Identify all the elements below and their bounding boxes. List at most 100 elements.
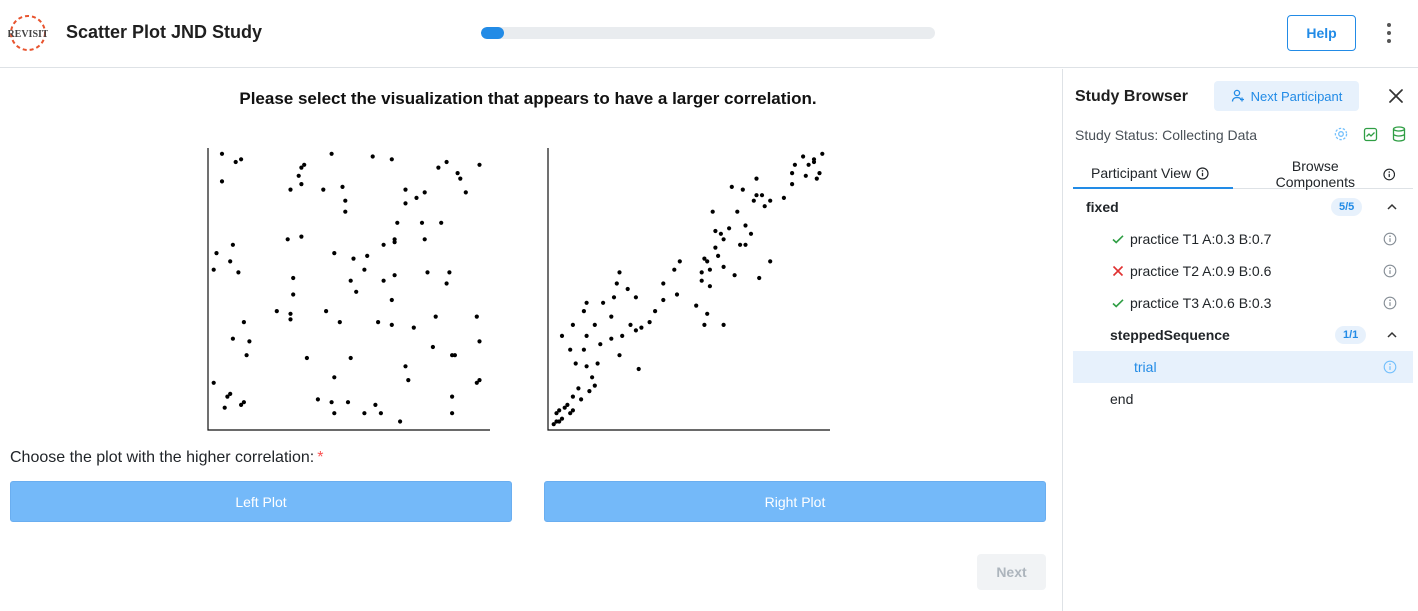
left-plot-point-26	[395, 220, 400, 225]
right-plot-point-24	[609, 336, 614, 341]
right-plot-point-86	[817, 171, 822, 176]
next-button[interactable]: Next	[977, 554, 1046, 590]
left-plot-point-30	[392, 240, 397, 245]
left-plot-point-70	[450, 353, 455, 358]
right-plot-point-70	[759, 193, 765, 198]
chevron-up-icon[interactable]	[1385, 200, 1399, 214]
left-plot-point-0	[219, 151, 225, 156]
required-mark: *	[317, 449, 324, 466]
revisit-logo: REVISIT	[8, 15, 48, 51]
right-plot-point-73	[768, 198, 773, 203]
right-plot-point-88	[790, 182, 795, 187]
right-plot-point-59	[705, 259, 710, 264]
right-plot-point-75	[781, 195, 786, 200]
left-plot-point-66	[477, 339, 482, 344]
tab-participant-view[interactable]: Participant View	[1073, 159, 1233, 189]
right-plot-point-35	[647, 320, 652, 325]
study-browser-panel: Study Browser Next Participant Study Sta…	[1062, 69, 1418, 611]
tree-item[interactable]: practice T2 A:0.9 B:0.6	[1073, 255, 1413, 287]
item-label: trial	[1134, 359, 1157, 375]
left-plot-point-43	[230, 242, 235, 247]
left-plot-point-63	[241, 320, 246, 325]
right-plot-point-84	[811, 157, 817, 162]
study-progress-bar	[481, 27, 935, 39]
item-label: practice T3 A:0.6 B:0.3	[1130, 295, 1272, 311]
tree-block-stepped-sequence[interactable]: steppedSequence 1/1	[1073, 319, 1413, 351]
left-plot-point-27	[419, 220, 425, 225]
left-plot-point-8	[370, 154, 375, 159]
right-plot-point-57	[716, 253, 721, 258]
right-plot-point-72	[762, 204, 767, 209]
info-icon	[1382, 168, 1395, 180]
tree-item[interactable]: practice T1 A:0.3 B:0.7	[1073, 223, 1413, 255]
right-plot-point-90	[743, 242, 748, 247]
left-plot-point-89	[362, 411, 367, 416]
left-plot-point-46	[236, 270, 241, 275]
left-plot-point-35	[332, 251, 337, 256]
left-plot-point-20	[343, 209, 348, 214]
right-plot-point-89	[768, 259, 773, 264]
right-plot-point-93	[699, 270, 704, 275]
right-plot-point-80	[792, 162, 797, 167]
right-plot-point-18	[595, 361, 600, 366]
left-plot-button[interactable]: Left Plot	[10, 481, 512, 522]
left-plot-point-36	[365, 253, 370, 258]
left-plot-point-79	[239, 402, 244, 407]
left-plot-point-22	[422, 190, 427, 195]
settings-icon[interactable]	[1333, 126, 1349, 142]
left-plot-point-21	[403, 187, 408, 192]
database-icon[interactable]	[1392, 126, 1406, 142]
left-plot-point-25	[463, 190, 468, 195]
info-icon[interactable]	[1383, 232, 1397, 246]
tree-item-end[interactable]: end	[1073, 383, 1413, 415]
left-plot-point-13	[477, 162, 482, 167]
tab-browse-components[interactable]: Browse Components	[1235, 158, 1413, 190]
study-progress-fill	[481, 27, 504, 39]
item-label: practice T1 A:0.3 B:0.7	[1130, 231, 1272, 247]
left-plot-point-84	[345, 400, 351, 405]
left-plot-point-57	[411, 325, 416, 330]
left-plot-point-53	[354, 289, 359, 294]
left-plot-point-23	[414, 195, 419, 200]
left-plot-point-9	[389, 157, 394, 162]
right-plot-point-22	[568, 347, 573, 352]
dots-vertical-icon[interactable]	[1379, 21, 1399, 45]
right-plot-point-58	[713, 245, 718, 250]
left-plot-point-33	[285, 237, 290, 242]
right-plot-point-50	[707, 284, 712, 289]
question-text: Choose the plot with the higher correlat…	[10, 449, 315, 466]
right-plot-point-38	[601, 300, 606, 305]
close-icon[interactable]	[1387, 87, 1405, 105]
analytics-icon[interactable]	[1363, 127, 1378, 142]
right-plot-point-5	[557, 408, 562, 413]
left-plot-point-86	[450, 394, 455, 399]
left-plot-point-14	[436, 165, 441, 170]
study-browser-title: Study Browser	[1075, 88, 1188, 105]
next-participant-label: Next Participant	[1250, 88, 1343, 104]
help-button[interactable]: Help	[1287, 15, 1356, 51]
right-plot-button[interactable]: Right Plot	[544, 481, 1046, 522]
app-header: REVISIT Scatter Plot JND Study Help	[0, 0, 1418, 68]
chevron-up-icon[interactable]	[1385, 328, 1399, 342]
right-plot-point-40	[614, 281, 619, 286]
right-plot-point-55	[677, 259, 682, 264]
left-plot-point-38	[362, 267, 367, 272]
info-icon[interactable]	[1383, 264, 1397, 278]
next-participant-button[interactable]: Next Participant	[1214, 81, 1359, 111]
right-plot-point-41	[617, 270, 622, 275]
info-icon[interactable]	[1383, 360, 1397, 374]
tree-item-active[interactable]: trial	[1073, 351, 1413, 383]
left-plot-point-81	[406, 378, 411, 383]
tree-item[interactable]: practice T3 A:0.6 B:0.3	[1073, 287, 1413, 319]
left-plot-point-44	[214, 251, 219, 256]
right-plot-point-13	[592, 383, 597, 388]
tree-block-fixed[interactable]: fixed 5/5	[1073, 191, 1413, 223]
left-plot-point-94	[474, 380, 479, 385]
right-plot-point-87	[814, 176, 819, 181]
right-plot-point-53	[661, 281, 666, 286]
left-plot-point-49	[348, 278, 353, 283]
right-plot-point-44	[661, 297, 666, 303]
left-plot-point-90	[378, 411, 383, 416]
info-icon[interactable]	[1383, 296, 1397, 310]
left-plot-point-18	[340, 184, 345, 189]
